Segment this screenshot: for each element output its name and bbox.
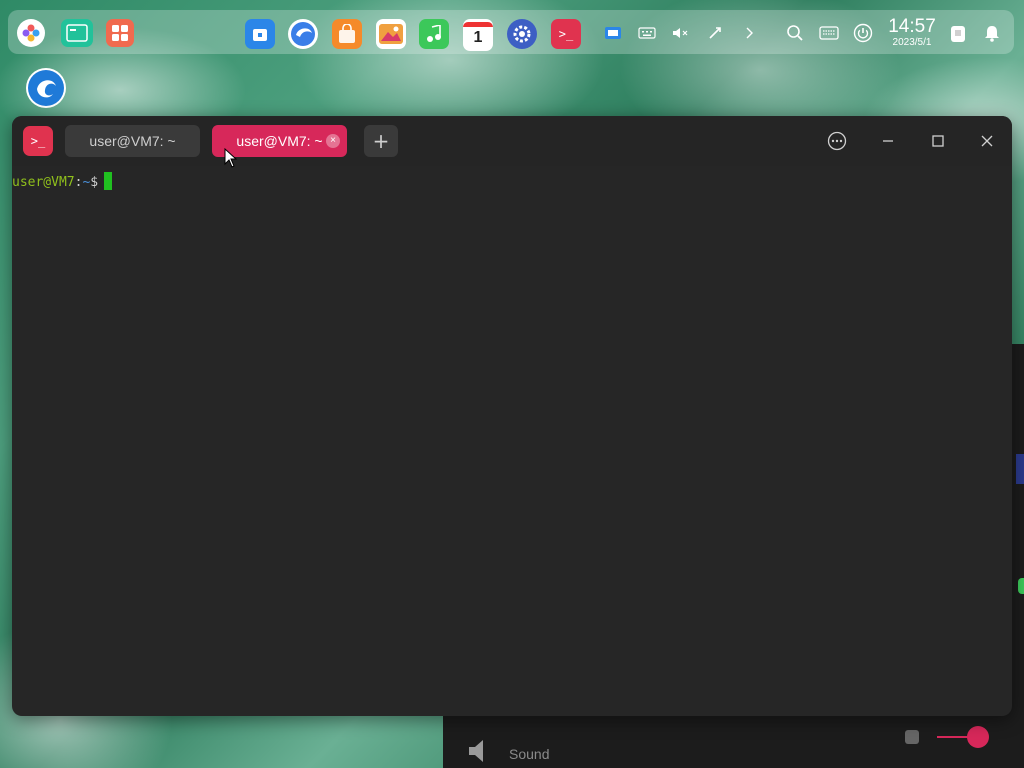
notification-bell-icon[interactable] <box>982 24 1002 42</box>
calendar-icon[interactable]: 1 <box>463 19 493 51</box>
terminal-app-icon[interactable]: >_ <box>551 19 581 49</box>
clock-date: 2023/5/1 <box>892 37 932 48</box>
deepin-desktop-icon[interactable] <box>26 68 66 108</box>
prompt-symbol: $ <box>90 175 99 190</box>
volume-muted-icon[interactable] <box>670 24 690 42</box>
browser-icon[interactable] <box>288 19 318 49</box>
add-tab-button[interactable]: + <box>364 125 398 157</box>
keyboard-layout-icon[interactable] <box>637 24 657 42</box>
trash-icon[interactable] <box>947 24 969 42</box>
mouse-pointer-icon <box>224 148 238 168</box>
prompt-user: user@VM7 <box>12 175 75 190</box>
speaker-icon <box>469 740 483 762</box>
volume-slider-handle[interactable] <box>967 726 989 748</box>
maximize-icon[interactable] <box>926 129 950 153</box>
tray-expand-icon[interactable] <box>739 24 759 42</box>
clock[interactable]: 14:57 2023/5/1 <box>884 17 940 49</box>
image-viewer-icon[interactable] <box>376 19 406 49</box>
sound-label: Sound <box>509 746 550 762</box>
power-icon[interactable] <box>852 23 874 43</box>
file-manager-icon[interactable] <box>245 19 275 49</box>
terminal-window-icon: >_ <box>23 126 53 156</box>
tab-2-label: user@VM7: ~ <box>236 133 323 149</box>
launcher-icon[interactable] <box>17 19 45 47</box>
offscreen-edge-element <box>1016 454 1024 484</box>
network-icon[interactable] <box>705 24 725 42</box>
tab-close-icon[interactable]: × <box>326 134 340 148</box>
terminal-output-area[interactable]: user@VM7:~$ <box>12 166 1012 716</box>
shell-prompt: user@VM7:~$ <box>12 172 113 190</box>
calendar-day: 1 <box>473 28 483 46</box>
minimize-icon[interactable] <box>876 129 900 153</box>
tab-1[interactable]: user@VM7: ~ <box>65 125 200 157</box>
music-icon[interactable] <box>419 19 449 49</box>
panel-control-handle[interactable] <box>905 730 919 744</box>
onscreen-keyboard-icon[interactable] <box>818 24 840 42</box>
screenshot-icon[interactable] <box>603 24 623 42</box>
top-dock: 1 >_ 14:57 2023/5/1 <box>0 10 1024 54</box>
tab-1-label: user@VM7: ~ <box>89 133 176 149</box>
terminal-window: >_ user@VM7: ~ user@VM7: ~ × + user@VM7:… <box>12 116 1012 716</box>
close-icon[interactable] <box>975 129 999 153</box>
settings-icon[interactable] <box>507 19 537 49</box>
terminal-titlebar[interactable]: >_ user@VM7: ~ user@VM7: ~ × + <box>12 116 1012 166</box>
multitask-view-icon[interactable] <box>61 19 93 47</box>
menu-more-icon[interactable] <box>825 129 849 153</box>
search-icon[interactable] <box>785 24 805 42</box>
offscreen-toggle-edge <box>1018 578 1024 594</box>
app-store-icon[interactable] <box>332 19 362 49</box>
text-cursor <box>104 172 113 190</box>
workspace-icon[interactable] <box>106 19 134 47</box>
clock-time: 14:57 <box>888 16 936 37</box>
